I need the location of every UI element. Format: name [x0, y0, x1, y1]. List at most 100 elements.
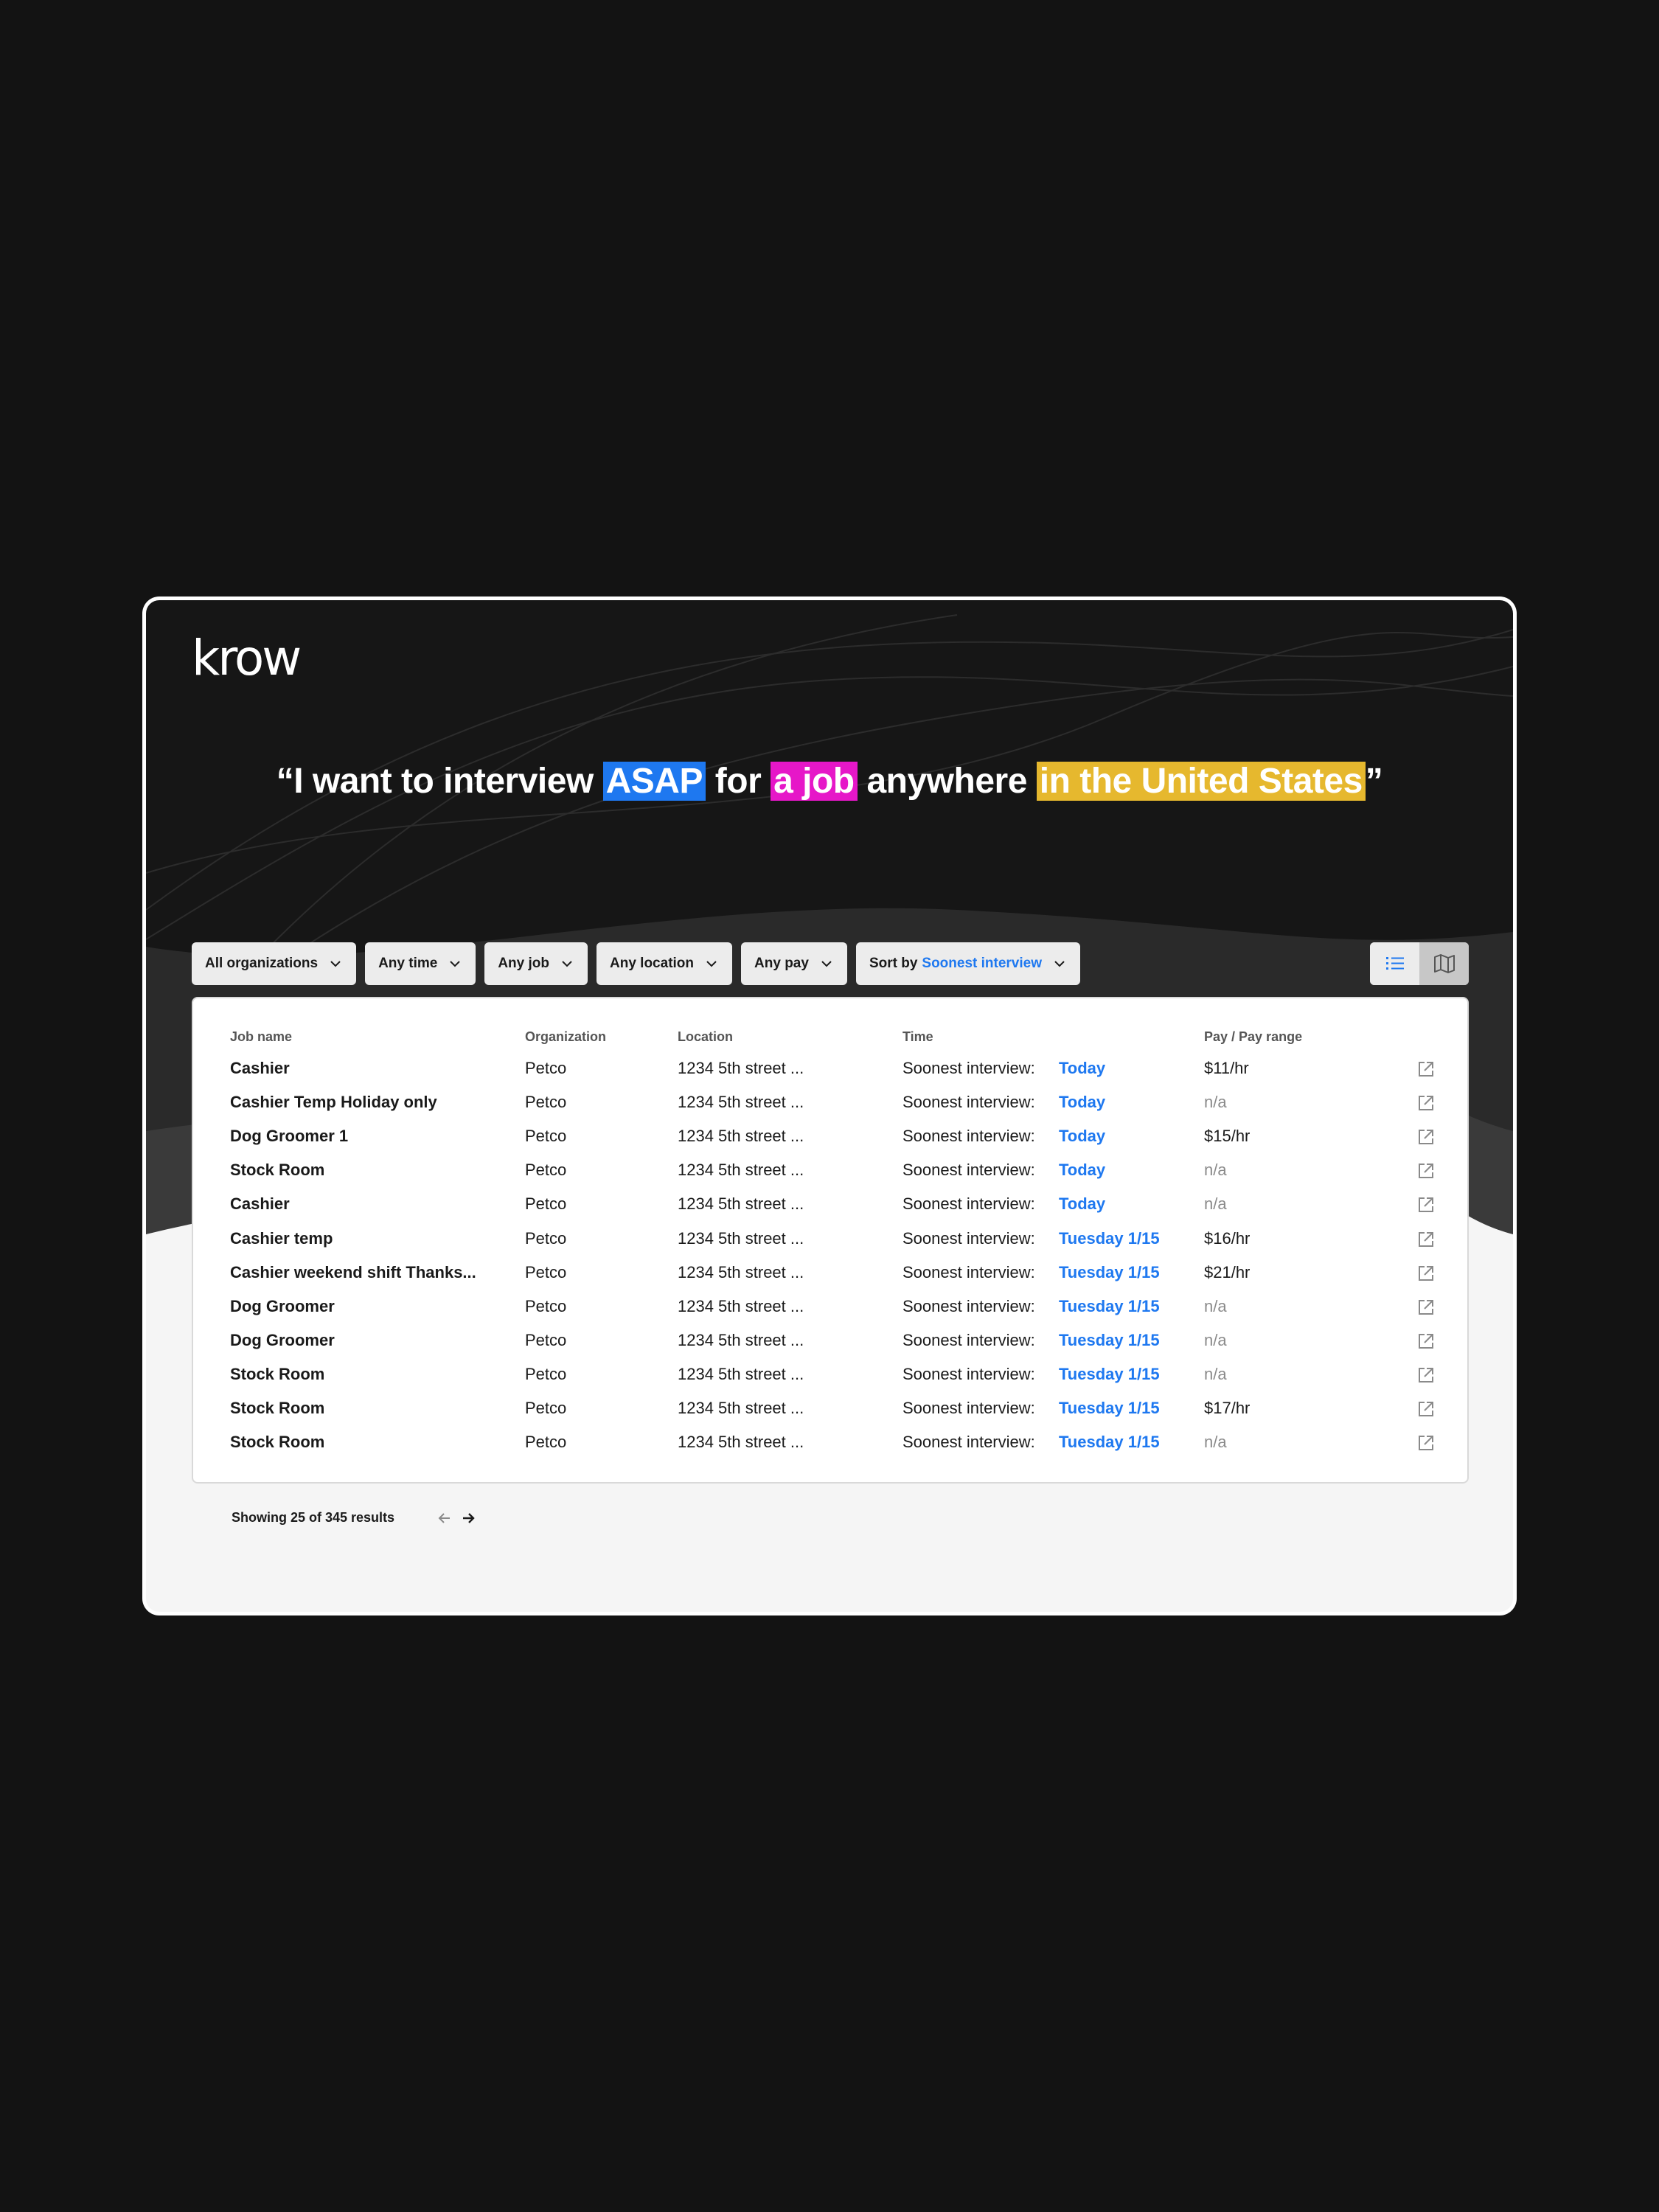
table-row[interactable]: Cashier Petco 1234 5th street ... Soonest i… — [193, 1057, 1467, 1091]
location-highlight[interactable]: in the United States — [1036, 762, 1366, 801]
time-filter[interactable]: Any time — [365, 942, 476, 985]
pay-value: n/a — [1204, 1194, 1227, 1214]
list-view-button[interactable] — [1370, 942, 1419, 985]
job-name[interactable]: Cashier — [230, 1193, 290, 1215]
table-row[interactable]: Cashier weekend shift Thanks... Petco 1234… — [193, 1262, 1467, 1295]
location: 1234 5th street ... — [678, 1127, 804, 1146]
location: 1234 5th street ... — [678, 1399, 804, 1417]
external-link-icon[interactable] — [1416, 1229, 1436, 1250]
pay-value: $11/hr — [1204, 1059, 1249, 1077]
job-highlight[interactable]: a job — [771, 762, 858, 801]
headline-text-1: I want to interview — [293, 762, 603, 801]
external-link-icon[interactable] — [1416, 1127, 1436, 1147]
time-label: Soonest interview: — [902, 1161, 1035, 1180]
organization-filter[interactable]: All organizations — [192, 942, 357, 985]
organization: Petco — [525, 1127, 567, 1146]
krow-logo[interactable]: krow — [192, 630, 302, 686]
pay-filter-label: Any pay — [754, 956, 809, 971]
time-label: Soonest interview: — [902, 1330, 1035, 1349]
external-link-icon[interactable] — [1416, 1059, 1436, 1079]
job-name[interactable]: Dog Groomer 1 — [230, 1125, 348, 1147]
job-name[interactable]: Dog Groomer — [230, 1295, 335, 1318]
job-name[interactable]: Cashier temp — [230, 1228, 333, 1250]
chevron-down-icon — [330, 961, 341, 967]
chevron-down-icon — [1054, 961, 1065, 967]
location: 1234 5th street ... — [678, 1161, 804, 1180]
external-link-icon[interactable] — [1416, 1093, 1436, 1113]
job-name[interactable]: Dog Groomer — [230, 1329, 335, 1352]
table-row[interactable]: Stock Room Petco 1234 5th street ... Soones… — [193, 1397, 1467, 1431]
external-link-icon[interactable] — [1416, 1331, 1436, 1352]
chevron-down-icon — [706, 961, 717, 967]
job-name[interactable]: Stock Room — [230, 1159, 324, 1181]
table-row[interactable]: Dog Groomer 1 Petco 1234 5th street ... Soo… — [193, 1125, 1467, 1159]
job-name[interactable]: Cashier weekend shift Thanks... — [230, 1262, 476, 1284]
external-link-icon[interactable] — [1416, 1399, 1436, 1419]
job-name[interactable]: Stock Room — [230, 1363, 324, 1385]
sort-prefix: Sort by — [869, 956, 918, 971]
organization: Petco — [525, 1194, 567, 1214]
pay-filter[interactable]: Any pay — [741, 942, 847, 985]
table-row[interactable]: Dog Groomer Petco 1234 5th street ... Soone… — [193, 1329, 1467, 1363]
location: 1234 5th street ... — [678, 1228, 804, 1248]
external-link-icon[interactable] — [1416, 1263, 1436, 1284]
organization: Petco — [525, 1330, 567, 1349]
map-view-button[interactable] — [1419, 942, 1469, 985]
table-row[interactable]: Cashier Temp Holiday only Petco 1234 5th s… — [193, 1091, 1467, 1125]
arrow-right-icon[interactable] — [459, 1509, 478, 1528]
location: 1234 5th street ... — [678, 1433, 804, 1452]
job-filter[interactable]: Any job — [484, 942, 588, 985]
time-label: Soonest interview: — [902, 1433, 1035, 1452]
time-label: Soonest interview: — [902, 1262, 1035, 1281]
time-label: Soonest interview: — [902, 1093, 1035, 1112]
location: 1234 5th street ... — [678, 1296, 804, 1315]
arrow-left-icon[interactable] — [435, 1509, 454, 1528]
external-link-icon[interactable] — [1416, 1297, 1436, 1318]
organization: Petco — [525, 1093, 567, 1112]
pay-value: $21/hr — [1204, 1262, 1251, 1281]
filter-bar: All organizations Any time Any job Any l… — [192, 942, 1080, 985]
external-link-icon[interactable] — [1416, 1365, 1436, 1385]
location: 1234 5th street ... — [678, 1093, 804, 1112]
time-value: Tuesday 1/15 — [1059, 1262, 1160, 1281]
time-value: Today — [1059, 1161, 1106, 1180]
time-label: Soonest interview: — [902, 1228, 1035, 1248]
pay-value: n/a — [1204, 1093, 1227, 1112]
organization: Petco — [525, 1059, 567, 1077]
job-name[interactable]: Cashier Temp Holiday only — [230, 1091, 437, 1113]
header-organization[interactable]: Organization — [525, 1029, 606, 1045]
header-job-name[interactable]: Job name — [230, 1029, 292, 1045]
time-label: Soonest interview: — [902, 1127, 1035, 1146]
external-link-icon[interactable] — [1416, 1161, 1436, 1181]
table-row[interactable]: Cashier Petco 1234 5th street ... Soonest i… — [193, 1193, 1467, 1227]
location-filter[interactable]: Any location — [597, 942, 733, 985]
external-link-icon[interactable] — [1416, 1433, 1436, 1453]
time-label: Soonest interview: — [902, 1059, 1035, 1077]
chevron-down-icon — [821, 961, 832, 967]
organization: Petco — [525, 1228, 567, 1248]
time-value: Tuesday 1/15 — [1059, 1433, 1160, 1452]
pay-value: $16/hr — [1204, 1228, 1251, 1248]
organization-filter-label: All organizations — [205, 956, 319, 971]
open-quote: “ — [276, 762, 294, 801]
table-row[interactable]: Stock Room Petco 1234 5th street ... Soones… — [193, 1431, 1467, 1465]
search-headline: “I want to interview ASAP for a job anyw… — [146, 761, 1513, 801]
job-name[interactable]: Stock Room — [230, 1431, 324, 1453]
time-filter-label: Any time — [378, 956, 438, 971]
header-pay[interactable]: Pay / Pay range — [1204, 1029, 1302, 1045]
table-row[interactable]: Cashier temp Petco 1234 5th street ... Soon… — [193, 1228, 1467, 1262]
table-row[interactable]: Stock Room Petco 1234 5th street ... Soones… — [193, 1159, 1467, 1193]
external-link-icon[interactable] — [1416, 1194, 1436, 1215]
sort-dropdown[interactable]: Sort by Soonest interview — [855, 942, 1080, 985]
header-time[interactable]: Time — [902, 1029, 933, 1045]
table-row[interactable]: Stock Room Petco 1234 5th street ... Soones… — [193, 1363, 1467, 1397]
table-row[interactable]: Dog Groomer Petco 1234 5th street ... Soone… — [193, 1295, 1467, 1329]
header-location[interactable]: Location — [678, 1029, 733, 1045]
time-value: Tuesday 1/15 — [1059, 1364, 1160, 1383]
time-highlight[interactable]: ASAP — [602, 762, 706, 801]
results-count: Showing 25 of 345 results — [232, 1510, 395, 1525]
job-name[interactable]: Cashier — [230, 1057, 290, 1079]
pay-value: n/a — [1204, 1161, 1227, 1180]
list-icon — [1385, 957, 1404, 970]
job-name[interactable]: Stock Room — [230, 1397, 324, 1419]
